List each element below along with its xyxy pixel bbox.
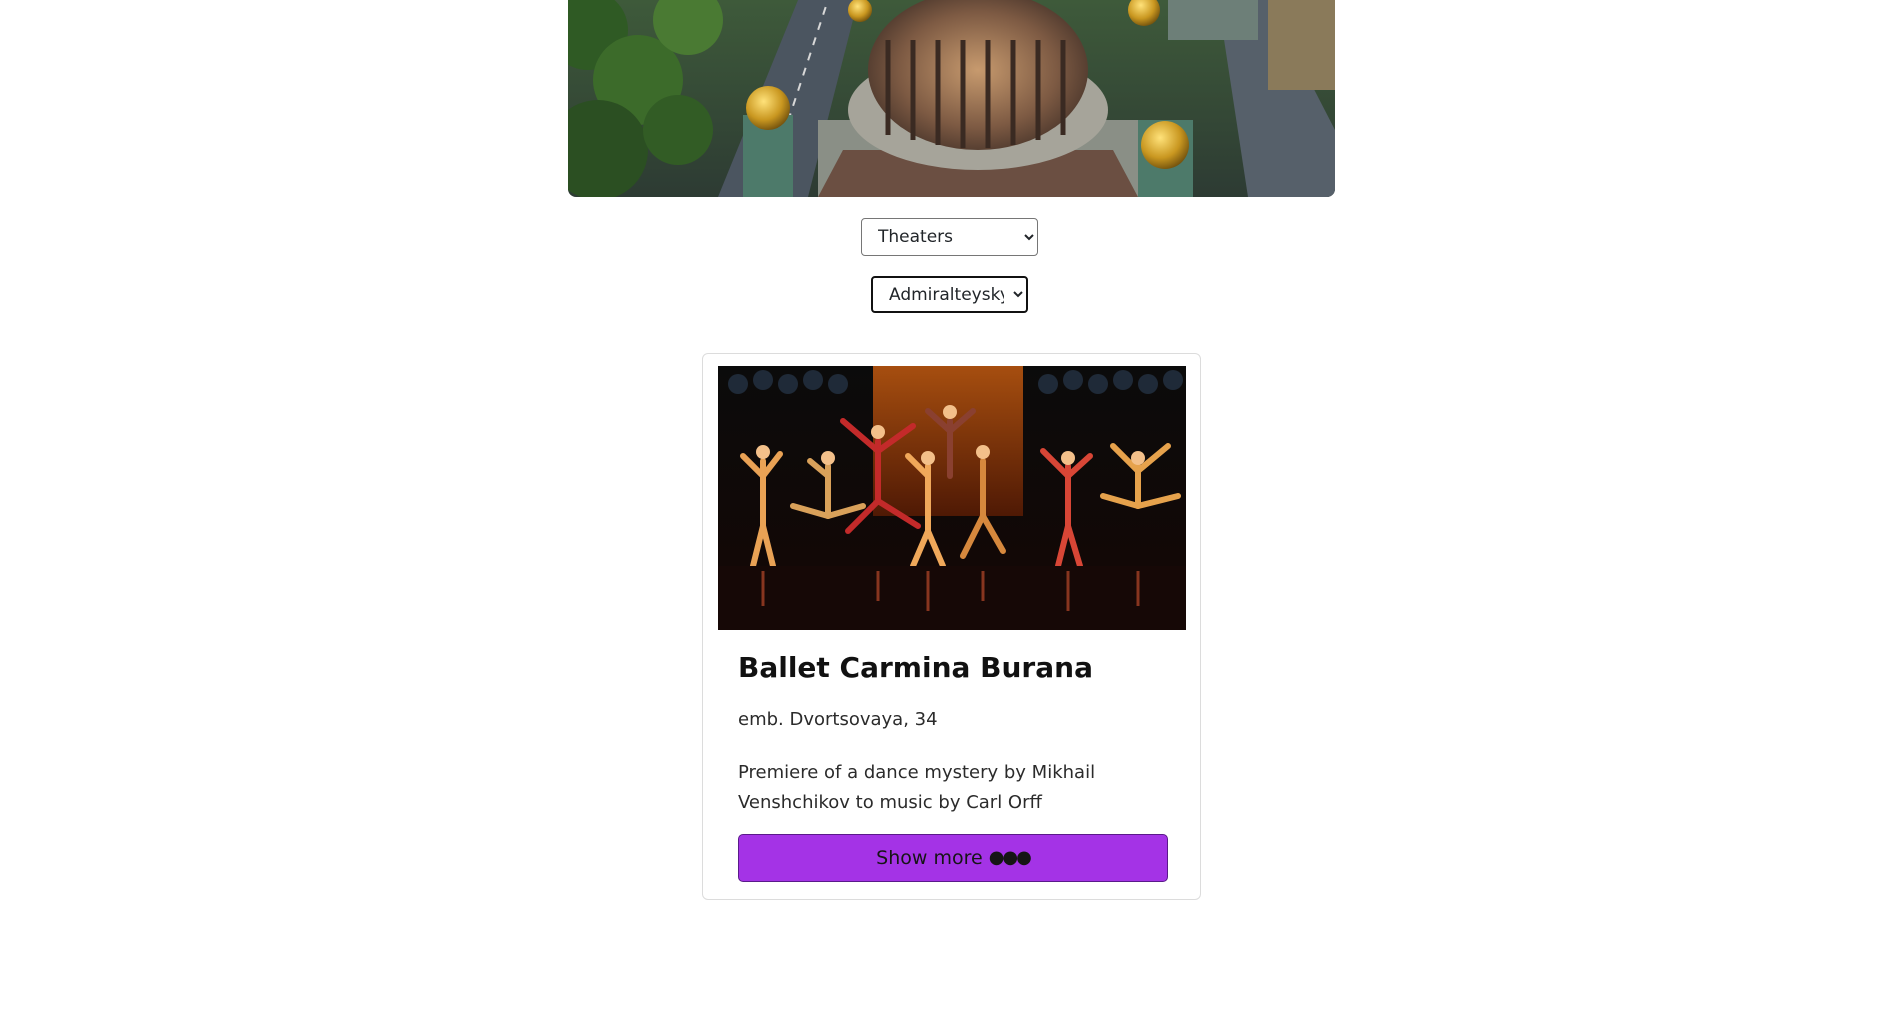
ellipsis-icon: ●●● <box>988 847 1032 868</box>
show-more-button[interactable]: Show more ●●● <box>738 834 1168 882</box>
event-image <box>718 366 1186 630</box>
page: Theaters Admiralteysky Ballet Carmina Bu… <box>0 0 1899 1012</box>
district-select[interactable]: Admiralteysky <box>871 276 1028 313</box>
event-card: Ballet Carmina Burana emb. Dvortsovaya, … <box>702 353 1201 900</box>
event-title: Ballet Carmina Burana <box>738 651 1093 684</box>
category-select-wrap: Theaters <box>0 218 1899 256</box>
district-select-wrap: Admiralteysky <box>0 276 1899 313</box>
event-address: emb. Dvortsovaya, 34 <box>738 709 938 730</box>
hero-banner-image <box>568 0 1335 197</box>
show-more-label: Show more <box>876 847 983 869</box>
category-select[interactable]: Theaters <box>861 218 1038 256</box>
event-description: Premiere of a dance mystery by Mikhail V… <box>738 762 1096 813</box>
